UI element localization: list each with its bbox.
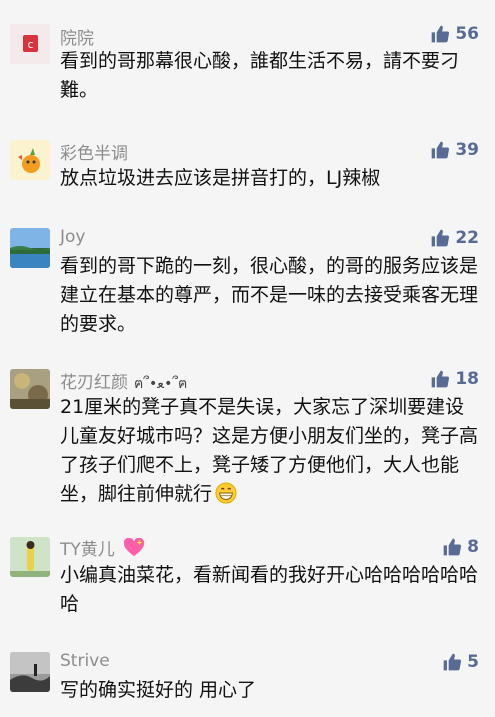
avatar[interactable] xyxy=(10,369,50,409)
nickname[interactable]: Joy xyxy=(60,227,85,247)
like-count: 18 xyxy=(455,369,479,389)
comment-text: 看到的哥那幕很心酸，誰都生活不易，請不要刁難。 xyxy=(60,50,460,101)
thumbs-up-icon xyxy=(431,229,450,247)
nickname-emoticon: ฅ՞•ﻌ•՞ฅ xyxy=(134,376,188,392)
thumbs-up-icon xyxy=(431,370,450,388)
like-button[interactable]: 39 xyxy=(430,140,479,160)
grinning-face-emoji xyxy=(215,482,237,513)
nickname[interactable]: TY黄儿 xyxy=(60,535,145,563)
like-button[interactable]: 18 xyxy=(430,369,479,389)
avatar[interactable]: c xyxy=(10,24,50,64)
like-count: 56 xyxy=(455,24,479,44)
nickname-text: TY黄儿 xyxy=(60,540,115,560)
comment-text: 21厘米的凳子真不是失误，大家忘了深圳要建设儿童友好城市吗？这是方便小朋友们坐的… xyxy=(60,393,480,513)
like-count: 8 xyxy=(467,537,479,557)
svg-text:c: c xyxy=(27,38,33,51)
comment-text: 看到的哥下跪的一刻，很心酸，的哥的服务应该是建立在基本的尊严，而不是一味的去接受… xyxy=(60,255,479,335)
avatar[interactable] xyxy=(10,537,50,577)
comment-text: 小编真油菜花，看新闻看的我好开心哈哈哈哈哈哈哈 xyxy=(60,564,479,615)
thumbs-up-icon xyxy=(431,25,450,43)
nickname[interactable]: Strive xyxy=(60,651,110,671)
like-button[interactable]: 22 xyxy=(430,228,479,248)
comment-list: c 院院 56 看到的哥那幕很心酸，誰都生活不易，請不要刁難。 彩色半调 39 xyxy=(0,0,495,717)
like-button[interactable]: 5 xyxy=(442,652,479,672)
nickname[interactable]: 彩色半调 xyxy=(60,139,128,164)
comment-text-body: 21厘米的凳子真不是失误，大家忘了深圳要建设儿童友好城市吗？这是方便小朋友们坐的… xyxy=(60,396,479,505)
comment-text: 写的确实挺好的 用心了 xyxy=(60,679,257,701)
like-count: 5 xyxy=(467,652,479,672)
nickname[interactable]: 院院 xyxy=(60,24,94,49)
nickname-text: 花刃红颜 xyxy=(60,373,128,393)
avatar[interactable] xyxy=(10,140,50,180)
sparkling-heart-emoji xyxy=(123,537,145,563)
nickname[interactable]: 花刃红颜 ฅ՞•ﻌ•՞ฅ xyxy=(60,368,187,395)
like-button[interactable]: 56 xyxy=(430,24,479,44)
thumbs-up-icon xyxy=(443,538,462,556)
like-count: 39 xyxy=(455,140,479,160)
like-button[interactable]: 8 xyxy=(442,537,479,557)
avatar[interactable] xyxy=(10,652,50,692)
like-count: 22 xyxy=(455,228,479,248)
avatar[interactable] xyxy=(10,228,50,268)
thumbs-up-icon xyxy=(431,141,450,159)
thumbs-up-icon xyxy=(443,653,462,671)
comment-text: 放点垃圾进去应该是拼音打的，LJ辣椒 xyxy=(60,167,381,189)
